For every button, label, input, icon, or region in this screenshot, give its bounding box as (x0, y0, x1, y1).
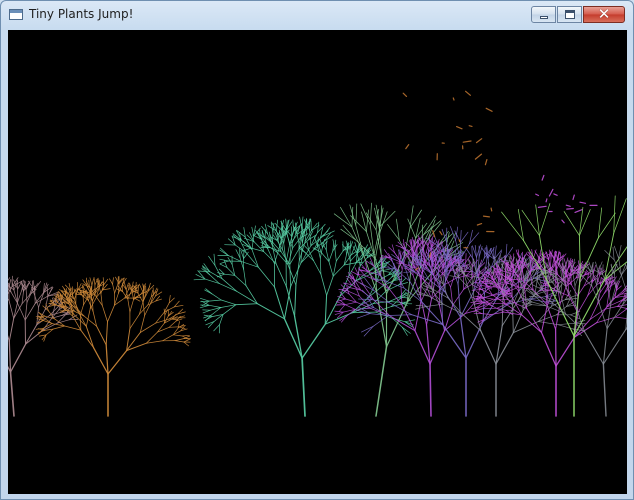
game-scene (8, 90, 627, 417)
window-controls: ✕ (530, 5, 625, 24)
minimize-button[interactable] (531, 6, 556, 23)
app-window: Tiny Plants Jump! ✕ (0, 0, 634, 500)
plants-layer (8, 195, 627, 417)
plant (35, 276, 191, 417)
maximize-button[interactable] (557, 6, 582, 23)
maximize-icon (565, 10, 575, 19)
game-canvas[interactable] (8, 30, 627, 494)
close-button[interactable]: ✕ (583, 5, 625, 23)
title-bar[interactable]: Tiny Plants Jump! ✕ (1, 1, 633, 29)
close-icon: ✕ (597, 5, 611, 23)
app-window-icon[interactable] (9, 9, 23, 20)
particle-burst (402, 90, 493, 166)
plant (193, 216, 416, 417)
window-title: Tiny Plants Jump! (29, 7, 134, 21)
minimize-icon (540, 16, 548, 19)
plant (470, 249, 627, 417)
